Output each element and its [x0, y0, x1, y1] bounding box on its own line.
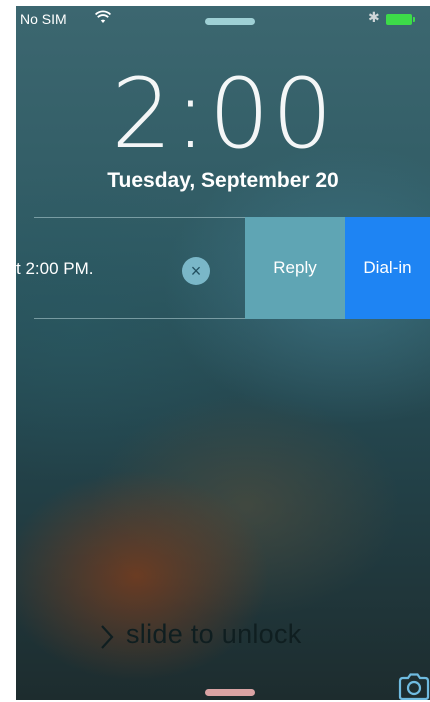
camera-icon[interactable] [398, 673, 430, 700]
close-circle-icon[interactable]: × [182, 257, 210, 285]
reply-button[interactable]: Reply [245, 217, 345, 319]
divider [34, 217, 245, 218]
slide-to-unlock[interactable]: slide to unlock [126, 619, 302, 650]
notification-text: t 2:00 PM. [16, 259, 94, 278]
wifi-icon [95, 10, 111, 23]
divider [34, 318, 245, 319]
status-bar: No SIM ✱ [16, 6, 430, 34]
top-grabber[interactable] [205, 18, 255, 25]
bluetooth-icon: ✱ [368, 9, 380, 25]
lock-screen: No SIM ✱ 2:00 Tuesday, September 20 t 2:… [16, 6, 430, 700]
dial-in-button[interactable]: Dial-in [345, 217, 430, 319]
carrier-label: No SIM [20, 11, 67, 27]
bottom-grabber[interactable] [205, 689, 255, 696]
lock-date: Tuesday, September 20 [107, 169, 339, 192]
battery-icon [386, 14, 415, 25]
chevron-right-icon [101, 625, 114, 649]
clock-time: 2:00 [111, 58, 335, 170]
notification-card[interactable]: t 2:00 PM. × Reply Dial-in [16, 217, 430, 319]
